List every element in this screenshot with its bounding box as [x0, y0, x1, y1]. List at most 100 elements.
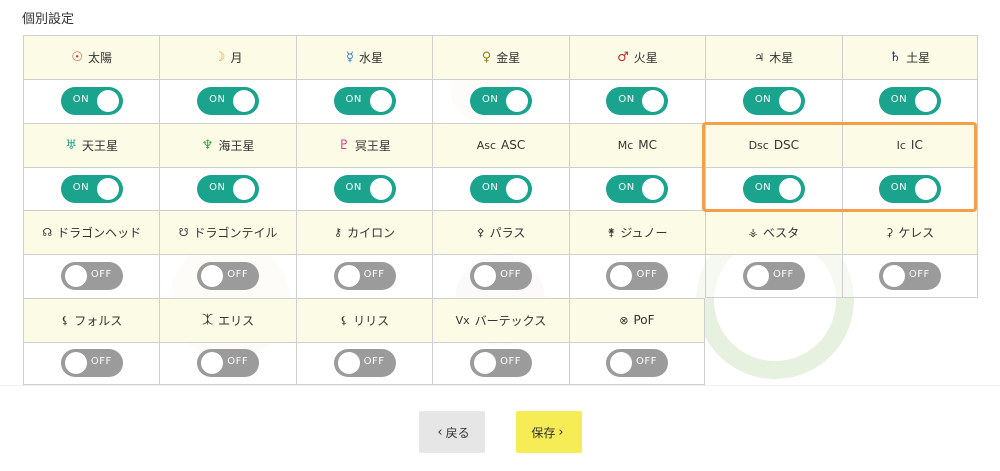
toggle-state-label: ON: [345, 181, 362, 193]
toggle-state-label: ON: [754, 94, 772, 106]
visibility-toggle[interactable]: OFF: [197, 349, 260, 378]
planet-symbol-icon: Dsc: [748, 138, 769, 152]
toggle-knob: [609, 352, 632, 375]
planet-symbol-icon: ☿: [346, 50, 355, 65]
body-name-label: フォルス: [74, 313, 123, 328]
chevron-left-icon: ‹: [437, 424, 443, 440]
visibility-toggle[interactable]: ON: [60, 87, 123, 116]
visibility-toggle[interactable]: ON: [469, 87, 532, 116]
visibility-toggle[interactable]: ON: [197, 87, 260, 116]
body-cell-header: ☊ ドラゴンヘッド: [24, 211, 160, 255]
body-cell-toggle-area: ON: [24, 167, 160, 210]
visibility-toggle[interactable]: OFF: [605, 349, 668, 378]
toggle-state-label: OFF: [227, 356, 249, 368]
body-cell-toggle-area: OFF: [706, 255, 842, 297]
visibility-toggle[interactable]: OFF: [606, 262, 669, 291]
visibility-toggle[interactable]: ON: [878, 87, 941, 116]
body-name-label: カイロン: [347, 226, 396, 240]
planet-symbol-icon: Ic: [896, 138, 906, 152]
body-cell-toggle-area: ON: [160, 167, 296, 210]
body-cell-toggle-area: ON: [433, 80, 569, 123]
body-cell-toggle-area: ON: [842, 167, 977, 210]
visibility-toggle[interactable]: ON: [333, 87, 396, 116]
toggle-knob: [201, 352, 224, 375]
toggle-state-label: ON: [890, 94, 908, 106]
toggle-knob: [473, 352, 496, 375]
body-cell: ⚵ ジュノー OFF: [568, 210, 706, 298]
body-cell-toggle-area: OFF: [296, 342, 433, 384]
body-cell: Asc ASC ON: [432, 122, 569, 210]
toggle-state-label: OFF: [636, 269, 658, 281]
body-cell-header: Asc ASC: [433, 123, 569, 168]
body-cell: Ic IC ON: [841, 122, 978, 210]
planet-symbol-icon: ⚸: [340, 313, 349, 327]
body-name-label: 木星: [769, 51, 794, 65]
visibility-toggle[interactable]: OFF: [333, 262, 396, 291]
toggle-state-label: OFF: [363, 356, 385, 368]
planet-symbol-icon: ⚶: [748, 226, 758, 239]
toggle-state-label: OFF: [500, 269, 521, 281]
planet-symbol-icon: ⚵: [607, 226, 616, 239]
save-button[interactable]: 保存 ›: [516, 411, 582, 453]
body-name-label: 土星: [906, 51, 931, 65]
visibility-toggle[interactable]: OFF: [333, 349, 396, 378]
visibility-toggle[interactable]: ON: [606, 174, 669, 203]
toggle-state-label: OFF: [772, 268, 794, 280]
visibility-toggle[interactable]: ON: [742, 174, 805, 203]
visibility-toggle[interactable]: OFF: [197, 262, 260, 291]
visibility-toggle[interactable]: OFF: [60, 262, 123, 291]
body-cell-toggle-area: ON: [24, 80, 160, 123]
planet-symbol-icon: Asc: [476, 138, 497, 152]
visibility-toggle[interactable]: OFF: [469, 349, 532, 378]
body-cell: ♄ 土星 ON: [841, 35, 978, 123]
visibility-toggle[interactable]: ON: [60, 174, 123, 203]
body-cell-header: ☉ 太陽: [24, 36, 160, 80]
visibility-toggle[interactable]: ON: [606, 87, 669, 116]
empty-cell: [842, 298, 978, 386]
toggle-state-label: ON: [618, 181, 635, 193]
visibility-toggle[interactable]: OFF: [469, 262, 532, 291]
body-cell-toggle-area: OFF: [433, 342, 569, 384]
toggle-knob: [778, 177, 801, 200]
body-cell: ☋ ドラゴンテイル OFF: [159, 210, 296, 298]
body-cell-header: ♆ 海王星: [160, 123, 296, 168]
visibility-toggle[interactable]: ON: [469, 174, 532, 203]
toggle-state-label: OFF: [908, 268, 930, 280]
chevron-right-icon: ›: [558, 424, 564, 440]
footer-bar: ‹ 戻る 保存 ›: [0, 385, 1000, 471]
body-cell-header: Mc MC: [569, 123, 706, 168]
planet-symbol-icon: ⯰: [202, 312, 214, 326]
planet-symbol-icon: ♄: [889, 50, 902, 65]
toggle-knob: [201, 265, 224, 288]
body-cell-header: ☽ 月: [160, 36, 296, 80]
visibility-toggle[interactable]: OFF: [878, 261, 941, 290]
toggle-state-label: ON: [72, 94, 90, 106]
body-cell-header: ♇ 冥王星: [296, 123, 433, 168]
save-button-label: 保存: [531, 425, 556, 440]
toggle-state-label: OFF: [500, 356, 521, 368]
body-cell: ♆ 海王星 ON: [159, 122, 296, 210]
body-cell: ♃ 木星 ON: [705, 35, 842, 123]
visibility-toggle[interactable]: ON: [197, 174, 260, 203]
body-name-label: 火星: [633, 51, 658, 65]
visibility-toggle[interactable]: ON: [878, 174, 941, 203]
body-cell: ⯰ エリス OFF: [159, 297, 296, 385]
body-cell-toggle-area: OFF: [24, 342, 160, 384]
planet-symbol-icon: ⚴: [476, 226, 485, 239]
body-cell-toggle-area: OFF: [160, 342, 296, 384]
body-cell-header: ♅ 天王星: [24, 123, 160, 168]
body-cell-toggle-area: OFF: [569, 255, 706, 298]
body-cell-header: ⯰ エリス: [160, 298, 296, 343]
planet-symbol-icon: ☉: [71, 50, 84, 65]
body-cell: ☊ ドラゴンヘッド OFF: [23, 210, 160, 298]
visibility-toggle[interactable]: ON: [742, 87, 805, 116]
toggle-knob: [505, 90, 528, 113]
body-cell: ☿ 水星 ON: [295, 35, 433, 123]
visibility-toggle[interactable]: OFF: [60, 349, 123, 378]
body-cell-header: Ic IC: [842, 123, 977, 168]
visibility-toggle[interactable]: OFF: [742, 261, 805, 290]
visibility-toggle[interactable]: ON: [333, 174, 396, 203]
body-cell: Mc MC ON: [568, 122, 706, 210]
back-button[interactable]: ‹ 戻る: [419, 411, 485, 453]
toggle-state-label: OFF: [227, 269, 249, 281]
